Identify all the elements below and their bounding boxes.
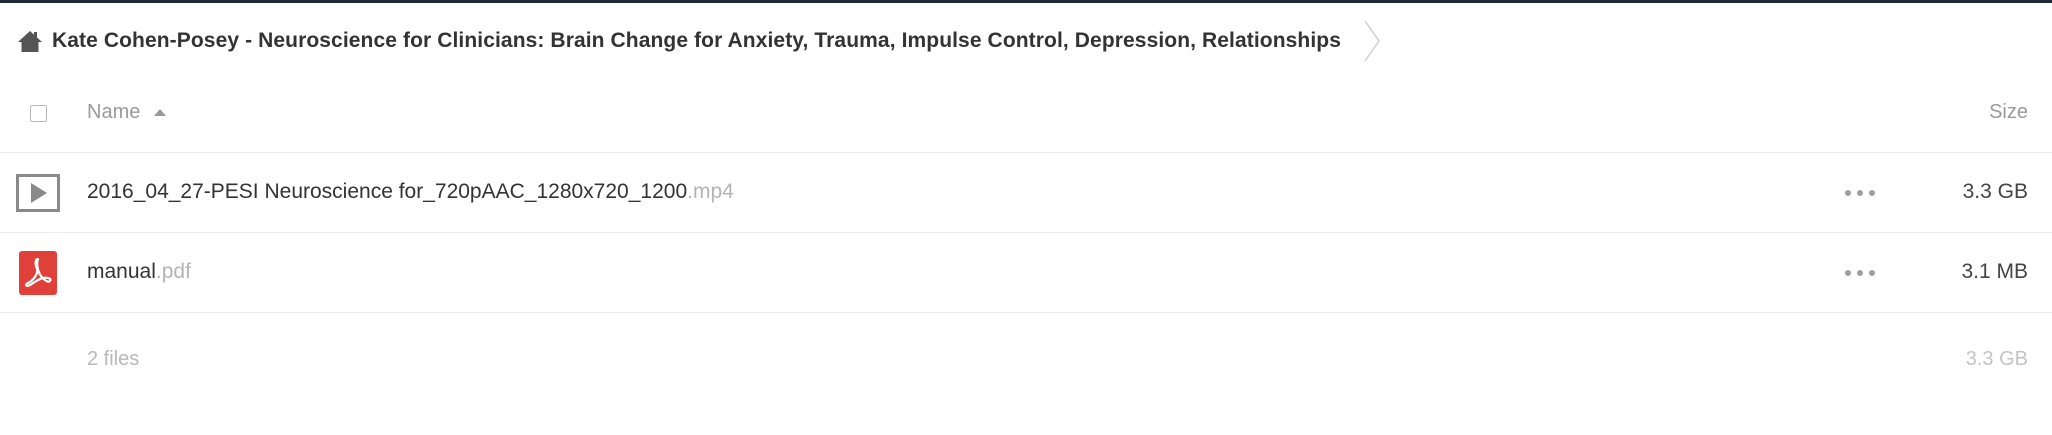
file-size: 3.3 GB [1962,180,2028,203]
more-options-icon[interactable] [1845,263,1875,283]
home-icon[interactable] [15,27,45,55]
video-play-icon [16,171,60,215]
file-name[interactable]: 2016_04_27-PESI Neuroscience for_720pAAC… [87,180,734,204]
file-extension: .pdf [155,260,191,283]
file-browser-page: Kate Cohen-Posey - Neuroscience for Clin… [0,0,2052,435]
table-footer-row: 2 files 3.3 GB [0,313,2052,409]
breadcrumb: Kate Cohen-Posey - Neuroscience for Clin… [15,19,1383,63]
total-size: 3.3 GB [1965,348,2028,370]
file-size: 3.1 MB [1961,260,2028,283]
sort-ascending-icon [154,108,167,117]
pdf-icon [16,251,60,295]
breadcrumb-folder-label[interactable]: Kate Cohen-Posey - Neuroscience for Clin… [52,29,1341,53]
select-all-checkbox[interactable] [30,105,47,122]
file-name[interactable]: manual.pdf [87,260,191,284]
table-header-row: Name Size [0,71,2052,153]
file-base-name: 2016_04_27-PESI Neuroscience for_720pAAC… [87,180,688,203]
file-table: Name Size 2016_04_27-PESI Neuroscience f… [0,71,2052,409]
more-options-icon[interactable] [1845,183,1875,203]
table-row[interactable]: 2016_04_27-PESI Neuroscience for_720pAAC… [0,153,2052,233]
file-base-name: manual [87,260,156,283]
file-extension: .mp4 [687,180,734,203]
breadcrumb-separator-icon [1361,19,1383,63]
file-count: 2 files [87,348,140,370]
size-column-header[interactable]: Size [1989,101,2028,124]
name-column-label: Name [87,101,141,123]
name-column-header[interactable]: Name [87,101,167,124]
table-row[interactable]: manual.pdf 3.1 MB [0,233,2052,313]
